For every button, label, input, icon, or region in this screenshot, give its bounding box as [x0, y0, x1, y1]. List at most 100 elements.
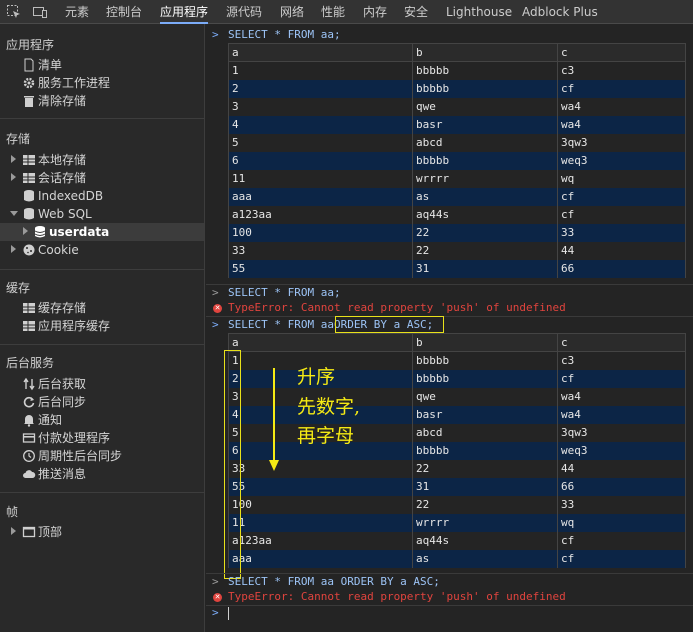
- sidebar-item-cookie[interactable]: Cookie: [0, 241, 204, 259]
- sidebar-item-cache-storage[interactable]: 缓存存储: [0, 299, 204, 317]
- expand-arrow-icon[interactable]: [23, 227, 28, 235]
- table-cell[interactable]: bbbbb: [412, 369, 558, 388]
- table-cell[interactable]: 31: [412, 477, 558, 496]
- table-cell[interactable]: weq3: [557, 151, 686, 170]
- column-header[interactable]: a: [228, 43, 413, 62]
- expand-arrow-icon[interactable]: [11, 155, 16, 163]
- table-cell[interactable]: weq3: [557, 441, 686, 460]
- sidebar-item-session-storage[interactable]: 会话存储: [0, 169, 204, 187]
- sidebar-item-background-fetch[interactable]: 后台获取: [0, 375, 204, 393]
- table-cell[interactable]: 66: [557, 477, 686, 496]
- table-cell[interactable]: 100: [228, 495, 413, 514]
- tab-adblock-plus[interactable]: Adblock Plus: [522, 0, 598, 24]
- table-cell[interactable]: 4: [228, 115, 413, 134]
- tab-elements[interactable]: 元素: [65, 0, 89, 24]
- table-cell[interactable]: bbbbb: [412, 351, 558, 370]
- expand-arrow-icon[interactable]: [11, 245, 16, 253]
- table-cell[interactable]: abcd: [412, 133, 558, 152]
- sidebar-item-manifest[interactable]: 清单: [0, 56, 204, 74]
- table-cell[interactable]: cf: [557, 549, 686, 568]
- table-cell[interactable]: 55: [228, 259, 413, 278]
- console-command[interactable]: SELECT * FROM aa;: [228, 27, 341, 43]
- table-cell[interactable]: wrrrr: [412, 513, 558, 532]
- sidebar-item-push-messaging[interactable]: 推送消息: [0, 465, 204, 483]
- table-cell[interactable]: aaa: [228, 549, 413, 568]
- table-cell[interactable]: 3qw3: [557, 133, 686, 152]
- device-toolbar-icon[interactable]: [32, 4, 48, 20]
- table-cell[interactable]: c3: [557, 61, 686, 80]
- table-cell[interactable]: aq44s: [412, 531, 558, 550]
- table-cell[interactable]: as: [412, 549, 558, 568]
- sidebar-item-indexeddb[interactable]: IndexedDB: [0, 187, 204, 205]
- expand-arrow-icon[interactable]: [11, 527, 16, 535]
- sidebar-item-notifications[interactable]: 通知: [0, 411, 204, 429]
- table-cell[interactable]: 33: [557, 223, 686, 242]
- table-cell[interactable]: 44: [557, 241, 686, 260]
- sidebar-item-web-sql[interactable]: Web SQL: [0, 205, 204, 223]
- table-cell[interactable]: a123aa: [228, 531, 413, 550]
- column-header[interactable]: c: [557, 43, 686, 62]
- column-header[interactable]: b: [412, 333, 558, 352]
- console-command[interactable]: SELECT * FROM aa;: [228, 285, 341, 301]
- table-cell[interactable]: 44: [557, 459, 686, 478]
- table-cell[interactable]: 11: [228, 169, 413, 188]
- tab-application[interactable]: 应用程序: [160, 0, 209, 24]
- table-cell[interactable]: 22: [412, 459, 558, 478]
- table-cell[interactable]: cf: [557, 187, 686, 206]
- sidebar-item-userdata[interactable]: userdata: [0, 223, 204, 241]
- sidebar-item-service-workers[interactable]: 服务工作进程: [0, 74, 204, 92]
- sidebar-item-top-frame[interactable]: 顶部: [0, 523, 204, 541]
- table-cell[interactable]: bbbbb: [412, 151, 558, 170]
- table-cell[interactable]: 33: [228, 459, 413, 478]
- table-cell[interactable]: basr: [412, 405, 558, 424]
- sidebar-item-background-sync[interactable]: 后台同步: [0, 393, 204, 411]
- collapse-arrow-icon[interactable]: [10, 211, 18, 216]
- tab-performance[interactable]: 性能: [321, 0, 345, 24]
- table-cell[interactable]: c3: [557, 351, 686, 370]
- table-cell[interactable]: 100: [228, 223, 413, 242]
- sidebar-item-application-cache[interactable]: 应用程序缓存: [0, 317, 204, 335]
- sidebar-item-payment-handler[interactable]: 付款处理程序: [0, 429, 204, 447]
- table-cell[interactable]: 31: [412, 259, 558, 278]
- column-header[interactable]: a: [228, 333, 413, 352]
- table-cell[interactable]: aaa: [228, 187, 413, 206]
- tab-security[interactable]: 安全: [404, 0, 428, 24]
- tab-sources[interactable]: 源代码: [226, 0, 262, 24]
- table-cell[interactable]: aq44s: [412, 205, 558, 224]
- table-cell[interactable]: wa4: [557, 115, 686, 134]
- tab-console[interactable]: 控制台: [106, 0, 142, 24]
- sidebar-item-periodic-background-sync[interactable]: 周期性后台同步: [0, 447, 204, 465]
- table-cell[interactable]: 66: [557, 259, 686, 278]
- table-cell[interactable]: wq: [557, 513, 686, 532]
- table-cell[interactable]: 33: [557, 495, 686, 514]
- table-cell[interactable]: bbbbb: [412, 79, 558, 98]
- console-prompt-input[interactable]: >: [206, 605, 693, 621]
- tab-network[interactable]: 网络: [280, 0, 304, 24]
- table-cell[interactable]: cf: [557, 205, 686, 224]
- table-cell[interactable]: wrrrr: [412, 169, 558, 188]
- sidebar-item-local-storage[interactable]: 本地存储: [0, 151, 204, 169]
- console-command[interactable]: SELECT * FROM aa ORDER BY a ASC;: [228, 574, 440, 590]
- tab-lighthouse[interactable]: Lighthouse: [446, 0, 512, 24]
- table-cell[interactable]: 3qw3: [557, 423, 686, 442]
- table-cell[interactable]: 22: [412, 495, 558, 514]
- table-cell[interactable]: as: [412, 187, 558, 206]
- table-cell[interactable]: bbbbb: [412, 61, 558, 80]
- table-cell[interactable]: qwe: [412, 387, 558, 406]
- expand-arrow-icon[interactable]: [11, 173, 16, 181]
- table-cell[interactable]: 3: [228, 97, 413, 116]
- column-header[interactable]: b: [412, 43, 558, 62]
- table-cell[interactable]: 22: [412, 223, 558, 242]
- inspect-element-icon[interactable]: [6, 4, 22, 20]
- table-cell[interactable]: 6: [228, 151, 413, 170]
- table-cell[interactable]: 22: [412, 241, 558, 260]
- table-cell[interactable]: wa4: [557, 97, 686, 116]
- table-cell[interactable]: wa4: [557, 405, 686, 424]
- table-cell[interactable]: 33: [228, 241, 413, 260]
- table-cell[interactable]: cf: [557, 79, 686, 98]
- table-cell[interactable]: 55: [228, 477, 413, 496]
- table-cell[interactable]: qwe: [412, 97, 558, 116]
- table-cell[interactable]: 11: [228, 513, 413, 532]
- table-cell[interactable]: wq: [557, 169, 686, 188]
- tab-memory[interactable]: 内存: [363, 0, 387, 24]
